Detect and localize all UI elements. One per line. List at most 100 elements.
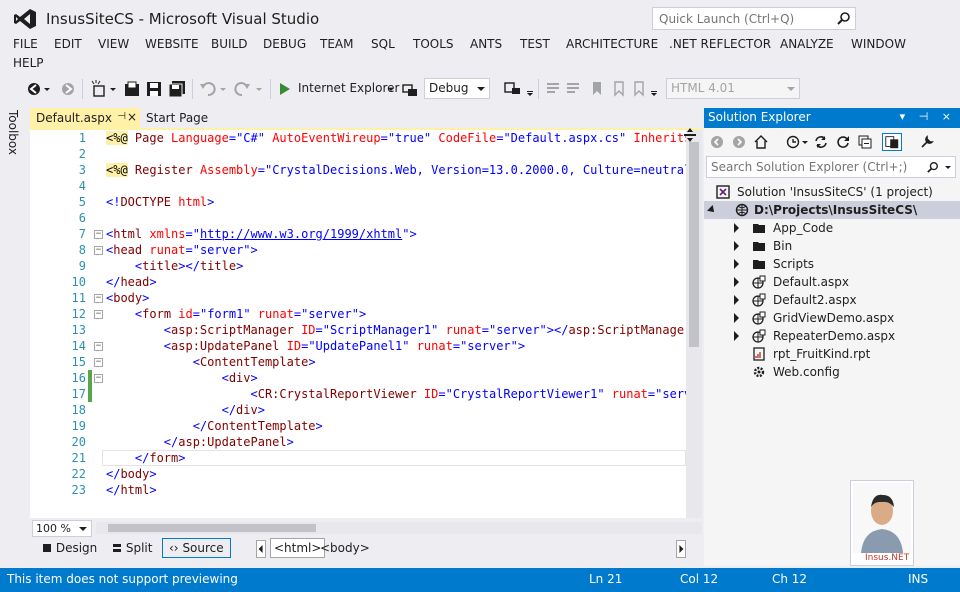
previous-bookmark-icon[interactable] bbox=[612, 80, 626, 98]
undo-icon[interactable] bbox=[200, 80, 216, 98]
vertical-scroll-thumb[interactable] bbox=[689, 142, 699, 347]
show-all-files-icon[interactable] bbox=[882, 133, 902, 151]
tree-item[interactable]: GridViewDemo.aspx bbox=[704, 309, 960, 327]
quick-launch-box[interactable] bbox=[652, 7, 856, 30]
code-line[interactable]: <ContentTemplate> bbox=[106, 354, 316, 370]
toolbar-options-icon[interactable] bbox=[526, 80, 534, 98]
html-version-select[interactable]: HTML 4.01 bbox=[666, 78, 800, 99]
chevron-down-icon[interactable] bbox=[256, 80, 262, 98]
code-line[interactable]: </asp:UpdatePanel> bbox=[106, 434, 294, 450]
history-icon[interactable] bbox=[786, 135, 800, 149]
tab-start-page[interactable]: Start Page bbox=[146, 111, 208, 125]
tree-project-node[interactable]: D:\Projects\InsusSiteCS\ bbox=[704, 201, 960, 219]
collapse-region-icon[interactable]: − bbox=[94, 294, 103, 303]
menu-test[interactable]: TEST bbox=[520, 37, 550, 51]
close-icon[interactable]: × bbox=[127, 110, 137, 124]
menu-edit[interactable]: EDIT bbox=[54, 37, 82, 51]
code-line[interactable]: <form id="form1" runat="server"> bbox=[106, 306, 366, 322]
code-line[interactable]: <!DOCTYPE html> bbox=[106, 194, 214, 210]
code-line[interactable]: </body> bbox=[106, 466, 157, 482]
next-bookmark-icon[interactable] bbox=[632, 80, 646, 98]
menu-analyze[interactable]: ANALYZE bbox=[780, 37, 834, 51]
zoom-level-select[interactable]: 100 % bbox=[32, 520, 92, 537]
solution-explorer-header[interactable]: Solution Explorer ▾ ⊣ × bbox=[704, 108, 960, 128]
tree-item[interactable]: Scripts bbox=[704, 255, 960, 273]
code-line[interactable]: <asp:UpdatePanel ID = "UpdatePanel1" runat… bbox=[106, 338, 525, 354]
collapsed-arrow-icon[interactable] bbox=[734, 223, 739, 233]
tree-item[interactable]: App_Code bbox=[704, 219, 960, 237]
code-line[interactable]: <%@ Page Language="C#" AutoEventWireup="… bbox=[106, 130, 686, 146]
collapse-region-icon[interactable]: − bbox=[94, 310, 103, 319]
collapsed-arrow-icon[interactable] bbox=[734, 259, 739, 269]
code-line[interactable]: <CR:CrystalReportViewer ID="CrystalRepor… bbox=[106, 386, 687, 402]
chevron-down-icon[interactable] bbox=[110, 80, 116, 98]
tree-item[interactable]: rpt_FruitKind.rpt bbox=[704, 345, 960, 363]
home-icon[interactable] bbox=[754, 135, 768, 149]
code-line[interactable]: <title></title> bbox=[106, 258, 243, 274]
chevron-right-icon[interactable] bbox=[676, 540, 686, 558]
sync-icon[interactable] bbox=[814, 135, 828, 149]
search-icon[interactable] bbox=[837, 11, 851, 25]
search-icon[interactable] bbox=[927, 161, 939, 173]
find-in-files-icon[interactable] bbox=[504, 80, 522, 98]
menu-build[interactable]: BUILD bbox=[211, 37, 247, 51]
collapsed-arrow-icon[interactable] bbox=[734, 295, 739, 305]
source-view-button[interactable]: ‹› Source bbox=[162, 538, 231, 558]
tree-item[interactable]: Default.aspx bbox=[704, 273, 960, 291]
save-all-icon[interactable] bbox=[168, 80, 186, 98]
collapse-region-icon[interactable]: − bbox=[94, 230, 103, 239]
menu-net-reflector[interactable]: .NET REFLECTOR bbox=[669, 37, 771, 51]
menu-view[interactable]: VIEW bbox=[98, 37, 129, 51]
navigate-back-icon[interactable] bbox=[26, 80, 42, 98]
menu-window[interactable]: WINDOW bbox=[851, 37, 906, 51]
chevron-down-icon[interactable] bbox=[44, 80, 50, 98]
code-editor[interactable]: 1 2 3 4 5 6 7 8 9 10 11 12 13 14 15 16 17 18 19 20 21 22 23 <%… bbox=[30, 130, 686, 518]
collapsed-arrow-icon[interactable] bbox=[734, 331, 739, 341]
menu-debug[interactable]: DEBUG bbox=[263, 37, 306, 51]
menu-team[interactable]: TEAM bbox=[320, 37, 353, 51]
collapse-region-icon[interactable]: − bbox=[94, 342, 103, 351]
tree-item[interactable]: Default2.aspx bbox=[704, 291, 960, 309]
toolbar-options-icon[interactable] bbox=[650, 80, 658, 98]
collapse-all-icon[interactable] bbox=[858, 135, 872, 149]
navigate-forward-icon[interactable] bbox=[60, 80, 76, 98]
chevron-down-icon[interactable] bbox=[945, 165, 951, 171]
code-line[interactable]: </ContentTemplate> bbox=[106, 418, 323, 434]
quick-launch-input[interactable] bbox=[653, 8, 833, 29]
comment-out-icon[interactable] bbox=[546, 80, 560, 98]
solution-search-input[interactable] bbox=[707, 157, 927, 177]
refresh-icon[interactable] bbox=[836, 135, 850, 149]
tree-item[interactable]: Bin bbox=[704, 237, 960, 255]
menu-architecture[interactable]: ARCHITECTURE bbox=[566, 37, 658, 51]
menu-help[interactable]: HELP bbox=[13, 56, 44, 70]
toolbox-tab[interactable]: Toolbox bbox=[6, 110, 20, 155]
menu-website[interactable]: WEBSITE bbox=[145, 37, 199, 51]
tab-default-aspx[interactable]: Default.aspx ⊣ × bbox=[30, 108, 140, 128]
browser-link-icon[interactable] bbox=[402, 80, 418, 98]
split-window-icon[interactable] bbox=[682, 128, 698, 142]
design-view-button[interactable]: Design bbox=[42, 541, 97, 555]
redo-icon[interactable] bbox=[234, 80, 250, 98]
properties-wrench-icon[interactable] bbox=[920, 135, 934, 149]
pin-icon[interactable]: ⊣ bbox=[117, 111, 126, 122]
editor-horizontal-scrollbar[interactable] bbox=[96, 522, 702, 534]
collapsed-arrow-icon[interactable] bbox=[734, 277, 739, 287]
code-line[interactable]: </form> bbox=[106, 450, 186, 466]
panel-window-controls[interactable]: ▾ ⊣ × bbox=[900, 110, 956, 123]
bookmark-icon[interactable] bbox=[590, 80, 604, 98]
collapse-region-icon[interactable]: − bbox=[94, 374, 103, 383]
chevron-down-icon[interactable] bbox=[388, 80, 394, 98]
menu-tools[interactable]: TOOLS bbox=[413, 37, 454, 51]
code-line[interactable]: <body> bbox=[106, 290, 149, 306]
horizontal-scroll-thumb[interactable] bbox=[108, 524, 316, 532]
menu-ants[interactable]: ANTS bbox=[470, 37, 502, 51]
tree-item[interactable]: Web.config bbox=[704, 363, 960, 381]
chevron-left-icon[interactable] bbox=[256, 540, 266, 558]
collapsed-arrow-icon[interactable] bbox=[734, 241, 739, 251]
code-line[interactable]: </div> bbox=[106, 402, 265, 418]
chevron-down-icon[interactable] bbox=[220, 80, 226, 98]
code-line[interactable]: <%@ Register Assembly="CrystalDecisions.… bbox=[106, 162, 686, 178]
chevron-down-icon[interactable] bbox=[802, 135, 808, 149]
collapse-region-icon[interactable]: − bbox=[94, 358, 103, 367]
solution-configuration-select[interactable]: Debug bbox=[424, 78, 490, 99]
